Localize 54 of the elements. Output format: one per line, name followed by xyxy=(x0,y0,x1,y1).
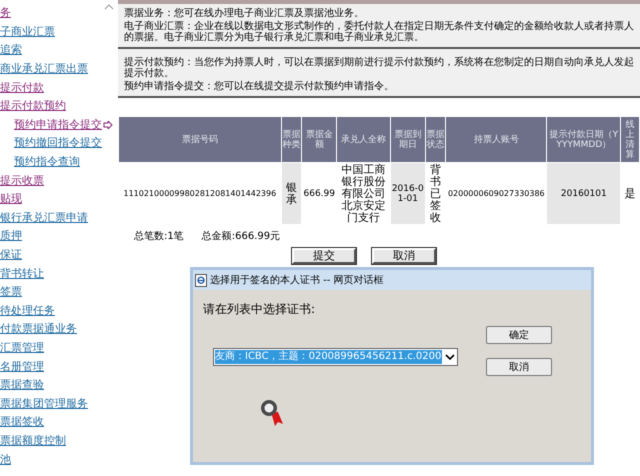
nav-link[interactable]: 商业承兑汇票出票 xyxy=(0,63,88,76)
nav-link[interactable]: 提示收票 xyxy=(0,174,44,187)
nav-link[interactable]: 预约撤回指令提交 xyxy=(14,137,102,150)
column-header: 票据种类 xyxy=(281,116,302,162)
column-header: 票据状态 xyxy=(425,116,446,162)
nav-link[interactable]: 票据集团管理服务 xyxy=(0,398,88,410)
nav-link[interactable]: 预约申请指令提交 xyxy=(14,118,113,131)
dialog-button[interactable]: 取消 xyxy=(486,358,552,376)
nav-link[interactable]: 预约指令查询 xyxy=(14,156,80,168)
certificate-select[interactable]: 友商：ICBC，主题：020089965456211.c.0200 xyxy=(213,348,458,366)
table-cell: 银承 xyxy=(281,162,302,224)
info-paragraph: 电子商业汇票：企业在线以数据电文形式制作的，委托付款人在指定日期无条件支付确定的金额给收款人或者持票人的票据。电子商业汇票分为电子银行承兑汇票和电子商业承兑汇票。 xyxy=(124,21,634,43)
nav-link[interactable]: 追索 xyxy=(0,44,22,56)
scroll-up-icon[interactable] xyxy=(104,4,114,10)
column-header: 线上清算 xyxy=(620,116,640,162)
total-count: 总笔数:1笔 xyxy=(134,230,184,244)
column-header: 票据号码 xyxy=(118,116,282,162)
form-button[interactable]: 提交 xyxy=(292,248,356,264)
nav-link[interactable]: 付款票据通业务 xyxy=(0,323,77,336)
table-cell: 0200000609027330386 xyxy=(446,162,547,224)
total-amount: 总金额:666.99元 xyxy=(202,230,280,244)
column-header: 票据到期日 xyxy=(390,116,426,162)
dialog-prompt: 请在列表中选择证书: xyxy=(203,301,316,318)
nav-link[interactable]: 提示付款 xyxy=(0,82,44,94)
table-cell: 20160101 xyxy=(546,162,621,224)
column-header: 票据金额 xyxy=(302,116,337,162)
nav-link[interactable]: 票据签收 xyxy=(0,416,44,428)
info-paragraph: 票据业务：您可在线办理电子商业汇票及票据池业务。 xyxy=(124,8,365,19)
nav-link[interactable]: 银行承兑汇票申请 xyxy=(0,212,88,224)
nav-link[interactable]: 背书转让 xyxy=(0,268,44,280)
info-paragraph: 预约申请指令提交：您可以在线提交提示付款预约申请指令。 xyxy=(124,81,395,92)
table-cell: 2016-01-01 xyxy=(390,162,426,224)
nav-link[interactable]: 名册管理 xyxy=(0,360,44,373)
nav-link[interactable]: 池 xyxy=(0,454,11,466)
nav-link[interactable]: 提示付款预约 xyxy=(0,100,66,112)
nav-link[interactable]: 票据查验 xyxy=(0,379,44,392)
nav-link[interactable]: 质押 xyxy=(0,230,22,242)
column-header: 提示付款日期（YYYYMMDD） xyxy=(546,116,621,162)
dialog-title: 选择用于签名的本人证书 -- 网页对话框 xyxy=(210,274,384,288)
nav-link[interactable]: 保证 xyxy=(0,249,22,262)
nav-link[interactable]: 待处理任务 xyxy=(0,304,55,317)
column-header: 持票人账号 xyxy=(446,116,547,162)
column-header: 承兑人全称 xyxy=(336,116,390,162)
nav-link[interactable]: 务 xyxy=(0,7,11,20)
nav-link[interactable]: 贴现 xyxy=(0,193,22,206)
page-icon xyxy=(195,274,207,286)
nav-link[interactable]: 子商业汇票 xyxy=(0,26,55,38)
dialog-button[interactable]: 确定 xyxy=(486,326,552,344)
nav-link[interactable]: 票据额度控制 xyxy=(0,434,66,447)
nav-link[interactable]: 签票 xyxy=(0,286,22,298)
nav-link[interactable]: 汇票管理 xyxy=(0,342,44,354)
info-paragraph: 提示付款预约：当您作为持票人时，可以在票据到期前进行提示付款预约，系统将在您制定的日期自动向承兑人发起提示付款。 xyxy=(124,57,634,79)
pointer-arrow-icon xyxy=(103,120,113,129)
form-button[interactable]: 取消 xyxy=(372,248,436,264)
